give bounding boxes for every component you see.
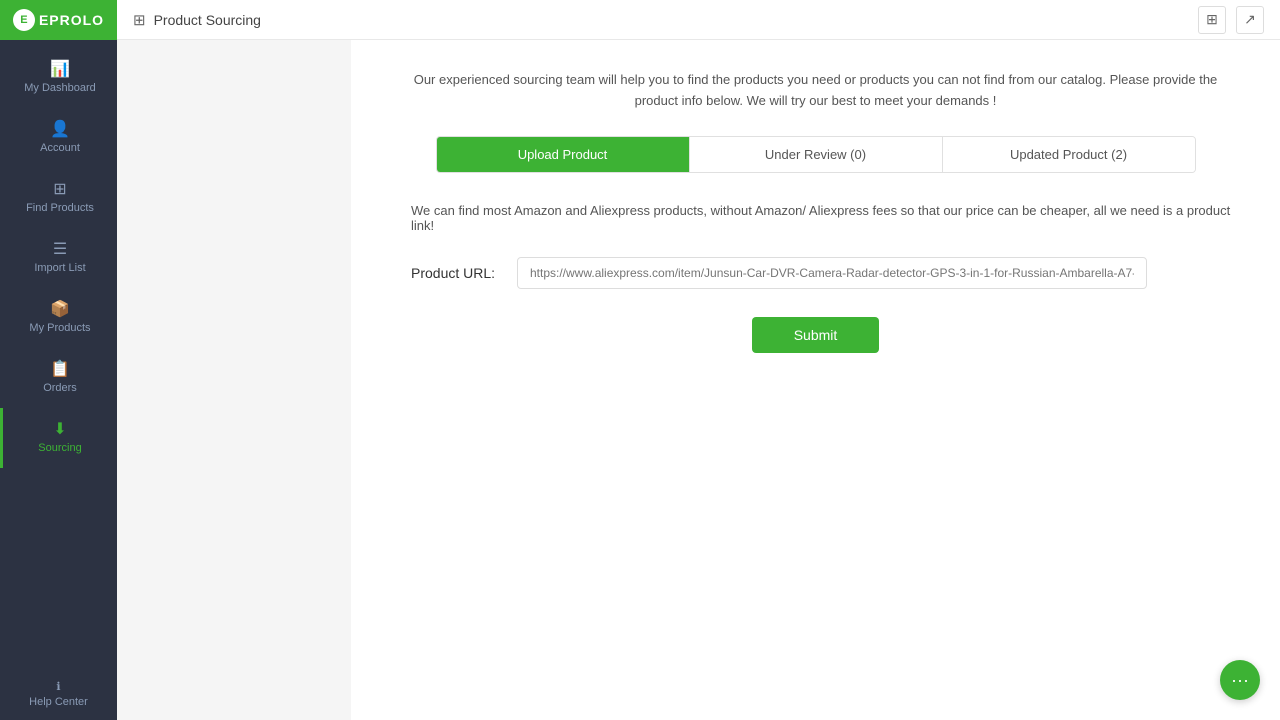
sidebar-item-dashboard[interactable]: 📊 My Dashboard — [0, 48, 117, 108]
dashboard-icon: 📊 — [50, 62, 70, 78]
orders-icon: 📋 — [50, 362, 70, 378]
main-content: Our experienced sourcing team will help … — [351, 40, 1280, 720]
my-products-icon: 📦 — [50, 302, 70, 318]
sidebar-item-find-products[interactable]: ⊞ Find Products — [0, 168, 117, 228]
sidebar: E EPROLO 📊 My Dashboard 👤 Account ⊞ Find… — [0, 0, 117, 720]
product-url-row: Product URL: — [391, 257, 1240, 289]
sidebar-item-import-list[interactable]: ☰ Import List — [0, 228, 117, 288]
sidebar-item-sourcing[interactable]: ⬇ Sourcing — [0, 408, 117, 468]
tab-updated-product[interactable]: Updated Product (2) — [942, 137, 1195, 172]
sidebar-label-dashboard: My Dashboard — [24, 82, 96, 94]
import-list-icon: ☰ — [53, 242, 67, 258]
find-products-icon: ⊞ — [53, 182, 66, 198]
description-text: Our experienced sourcing team will help … — [406, 70, 1226, 112]
topbar-right: ⊞ ↗ — [1198, 6, 1264, 34]
sidebar-label-account: Account — [40, 142, 80, 154]
help-label: Help Center — [29, 696, 88, 708]
sidebar-label-my-products: My Products — [29, 322, 90, 334]
topbar-nav-icon: ⊞ — [133, 11, 146, 29]
product-url-input[interactable] — [517, 257, 1147, 289]
chat-icon: ··· — [1231, 670, 1249, 691]
logo[interactable]: E EPROLO — [0, 0, 117, 40]
sidebar-nav: 📊 My Dashboard 👤 Account ⊞ Find Products… — [0, 40, 117, 668]
sidebar-label-import-list: Import List — [34, 262, 85, 274]
tab-upload-product[interactable]: Upload Product — [437, 137, 689, 172]
submit-button[interactable]: Submit — [752, 317, 880, 353]
sidebar-label-sourcing: Sourcing — [38, 442, 81, 454]
help-icon: ℹ — [56, 680, 60, 693]
topbar-export-button[interactable]: ↗ — [1236, 6, 1264, 34]
sidebar-item-account[interactable]: 👤 Account — [0, 108, 117, 168]
chat-button[interactable]: ··· — [1220, 660, 1260, 700]
content-area: ⊞ Product Sourcing ⊞ ↗ Our experienced s… — [234, 0, 1280, 720]
product-url-label: Product URL: — [411, 265, 501, 281]
sidebar-item-my-products[interactable]: 📦 My Products — [0, 288, 117, 348]
account-icon: 👤 — [50, 122, 70, 138]
tabs-row: Upload Product Under Review (0) Updated … — [436, 136, 1196, 173]
submit-row: Submit — [391, 317, 1240, 353]
sidebar-bottom: ℹ Help Center — [0, 668, 117, 720]
sidebar-item-help[interactable]: ℹ Help Center — [29, 680, 88, 708]
topbar: ⊞ Product Sourcing ⊞ ↗ — [117, 0, 1280, 40]
sidebar-label-orders: Orders — [43, 382, 77, 394]
logo-text: EPROLO — [39, 12, 104, 28]
tab-under-review[interactable]: Under Review (0) — [689, 137, 942, 172]
topbar-grid-button[interactable]: ⊞ — [1198, 6, 1226, 34]
topbar-title: Product Sourcing — [154, 12, 261, 28]
sidebar-item-orders[interactable]: 📋 Orders — [0, 348, 117, 408]
sourcing-icon: ⬇ — [53, 422, 66, 438]
info-text: We can find most Amazon and Aliexpress p… — [391, 203, 1240, 233]
logo-icon: E — [13, 9, 35, 31]
sidebar-label-find-products: Find Products — [26, 202, 94, 214]
topbar-left: ⊞ Product Sourcing — [133, 11, 1198, 29]
